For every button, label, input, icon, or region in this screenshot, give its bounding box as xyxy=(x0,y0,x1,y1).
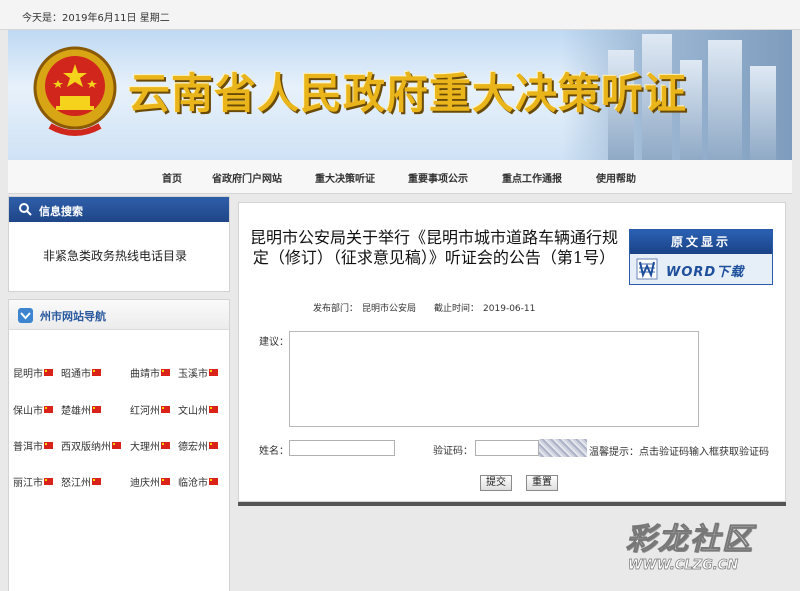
captcha-image[interactable] xyxy=(539,439,587,457)
info-search-panel: 信息搜索 非紧急类政务热线电话目录 xyxy=(8,196,230,292)
city-link-xishuangbanna[interactable]: 西双版纳州 xyxy=(61,438,121,453)
flag-icon xyxy=(209,442,218,449)
city-link-honghe[interactable]: 红河州 xyxy=(130,402,170,417)
word-download-label: WORD下载 xyxy=(666,265,745,280)
city-nav-header: 州市网站导航 xyxy=(9,300,229,330)
nav-work-reports[interactable]: 重点工作通报 xyxy=(502,170,562,185)
captcha-hint: 温馨提示：点击验证码输入框获取验证码 xyxy=(589,447,769,458)
city-nav-title: 州市网站导航 xyxy=(40,310,106,323)
suggestion-label: 建议： xyxy=(259,337,289,348)
submit-button[interactable]: 提交 xyxy=(480,475,512,491)
original-doc-header: 原文显示 xyxy=(630,230,772,254)
nav-announcements[interactable]: 重要事项公示 xyxy=(408,170,468,185)
city-link-qujing[interactable]: 曲靖市 xyxy=(130,365,170,380)
nav-help[interactable]: 使用帮助 xyxy=(596,170,636,185)
chevron-down-icon xyxy=(18,308,33,323)
flag-icon xyxy=(92,406,101,413)
date-bar: 今天是：2019年6月11日 星期二 xyxy=(0,0,800,30)
main-nav: 首页 省政府门户网站 重大决策听证 重要事项公示 重点工作通报 使用帮助 xyxy=(8,160,792,194)
nav-gov-portal[interactable]: 省政府门户网站 xyxy=(212,170,282,185)
city-link-dehong[interactable]: 德宏州 xyxy=(178,438,218,453)
watermark-logo: 彩龙社区 WWW.CLZG.CN xyxy=(626,514,786,584)
info-search-title: 信息搜索 xyxy=(39,205,83,218)
site-title: 云南省人民政府重大决策听证 xyxy=(128,69,688,118)
article-meta: 发布部门： 昆明市公安局 截止时间： 2019-06-11 xyxy=(313,301,539,314)
hotline-directory-link[interactable]: 非紧急类政务热线电话目录 xyxy=(43,247,187,264)
flag-icon xyxy=(209,406,218,413)
flag-icon xyxy=(161,369,170,376)
dept-label: 发布部门： xyxy=(313,304,359,314)
flag-icon xyxy=(44,442,53,449)
skyline-building xyxy=(750,66,776,160)
flag-icon xyxy=(92,369,101,376)
national-emblem-icon xyxy=(33,46,117,136)
captcha-input[interactable] xyxy=(475,440,539,456)
name-input[interactable] xyxy=(289,440,395,456)
original-doc-box: 原文显示 WORD下载 xyxy=(629,229,773,285)
nav-hearings[interactable]: 重大决策听证 xyxy=(315,170,375,185)
nav-home[interactable]: 首页 xyxy=(162,170,182,185)
city-link-zhaotong[interactable]: 昭通市 xyxy=(61,365,101,380)
word-doc-icon xyxy=(636,258,658,280)
city-link-kunming[interactable]: 昆明市 xyxy=(13,365,53,380)
city-link-diqing[interactable]: 迪庆州 xyxy=(130,474,170,489)
search-icon xyxy=(19,203,32,216)
city-link-yuxi[interactable]: 玉溪市 xyxy=(178,365,218,380)
flag-icon xyxy=(161,442,170,449)
suggestion-textarea[interactable] xyxy=(289,331,699,427)
city-link-wenshan[interactable]: 文山州 xyxy=(178,402,218,417)
date-text: 今天是：2019年6月11日 星期二 xyxy=(22,13,170,24)
city-link-nujiang[interactable]: 怒江州 xyxy=(61,474,101,489)
city-nav-panel: 州市网站导航 昆明市 昭通市 曲靖市 玉溪市 保山市 楚雄州 红河州 文山州 普… xyxy=(8,299,230,591)
city-link-puer[interactable]: 普洱市 xyxy=(13,438,53,453)
watermark-url: WWW.CLZG.CN xyxy=(628,558,739,574)
city-link-lincang[interactable]: 临沧市 xyxy=(178,474,218,489)
flag-icon xyxy=(112,442,121,449)
deadline-label: 截止时间： xyxy=(434,304,480,314)
flag-icon xyxy=(209,478,218,485)
flag-icon xyxy=(44,478,53,485)
flag-icon xyxy=(44,369,53,376)
info-search-header: 信息搜索 xyxy=(9,197,229,222)
deadline-value: 2019-06-11 xyxy=(483,304,536,314)
watermark-text: 彩龙社区 xyxy=(626,522,754,558)
flag-icon xyxy=(44,406,53,413)
city-link-lijiang[interactable]: 丽江市 xyxy=(13,474,53,489)
reset-button[interactable]: 重置 xyxy=(526,475,558,491)
city-link-chuxiong[interactable]: 楚雄州 xyxy=(61,402,101,417)
city-link-dali[interactable]: 大理州 xyxy=(130,438,170,453)
name-label: 姓名： xyxy=(259,446,289,457)
flag-icon xyxy=(161,406,170,413)
city-link-baoshan[interactable]: 保山市 xyxy=(13,402,53,417)
header-banner: 云南省人民政府重大决策听证 xyxy=(8,30,792,160)
skyline-building xyxy=(708,40,742,160)
captcha-label: 验证码： xyxy=(433,446,473,457)
flag-icon xyxy=(92,478,101,485)
article-panel: 昆明市公安局关于举行《昆明市城市道路车辆通行规定（修订）（征求意见稿）》听证会的… xyxy=(238,202,786,506)
word-download-button[interactable]: WORD下载 xyxy=(630,254,772,284)
article-title: 昆明市公安局关于举行《昆明市城市道路车辆通行规定（修订）（征求意见稿）》听证会的… xyxy=(249,228,618,267)
flag-icon xyxy=(209,369,218,376)
dept-value: 昆明市公安局 xyxy=(362,304,417,314)
flag-icon xyxy=(161,478,170,485)
